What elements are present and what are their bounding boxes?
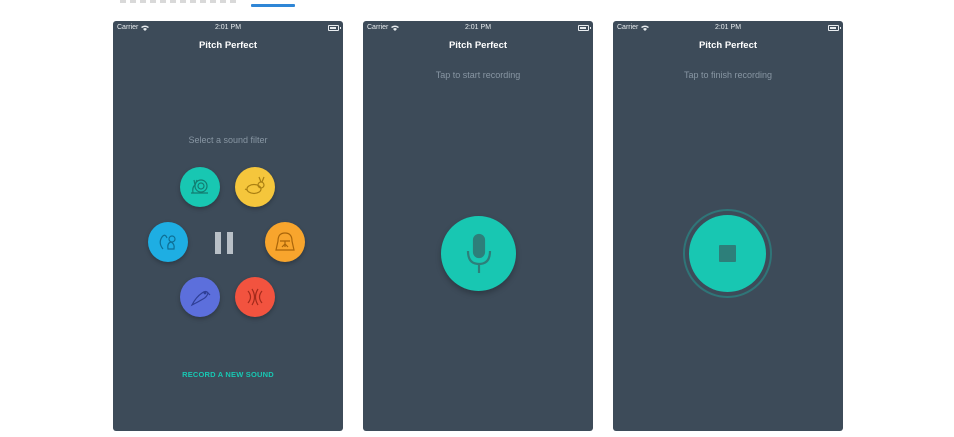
start-recording-hint: Tap to start recording [435,70,521,80]
reverb-filter-button[interactable] [235,277,275,317]
parrot-icon [190,290,211,307]
pause-icon[interactable] [215,232,235,254]
status-time: 2:01 PM [464,24,492,31]
battery-icon [578,25,591,31]
stop-button[interactable] [689,215,766,292]
squirrel-icon [159,234,176,250]
snail-icon [191,179,208,194]
status-time: 2:01 PM [714,24,742,31]
phone-screen-start-recording: Carrier 2:01 PM Pitch Perfect Tap to sta… [363,21,593,431]
top-decoration [120,0,240,3]
status-bar: Carrier 2:01 PM [363,21,593,35]
stop-icon [719,245,736,262]
app-title: Pitch Perfect [448,40,508,51]
fast-filter-button[interactable] [235,167,275,207]
finish-recording-hint: Tap to finish recording [683,70,773,80]
select-filter-hint: Select a sound filter [188,135,268,145]
rabbit-icon [244,176,265,195]
app-title: Pitch Perfect [198,40,258,51]
battery-icon [328,25,341,31]
chipmunk-filter-button[interactable] [148,222,188,262]
status-bar: Carrier 2:01 PM [113,21,343,35]
app-title: Pitch Perfect [698,40,758,51]
record-new-sound-link[interactable]: RECORD A NEW SOUND [113,370,343,379]
page-link-underline[interactable] [251,4,295,7]
record-button[interactable] [441,216,516,291]
status-bar: Carrier 2:01 PM [613,21,843,35]
microphone-icon [466,233,491,273]
battery-icon [828,25,841,31]
reverb-waves-icon [247,288,263,306]
darth-vader-icon [275,232,295,251]
phone-screen-filters: Carrier 2:01 PM Pitch Perfect Select a s… [113,21,343,431]
echo-filter-button[interactable] [180,277,220,317]
vader-filter-button[interactable] [265,222,305,262]
phone-screen-finish-recording: Carrier 2:01 PM Pitch Perfect Tap to fin… [613,21,843,431]
status-time: 2:01 PM [214,24,242,31]
slow-filter-button[interactable] [180,167,220,207]
